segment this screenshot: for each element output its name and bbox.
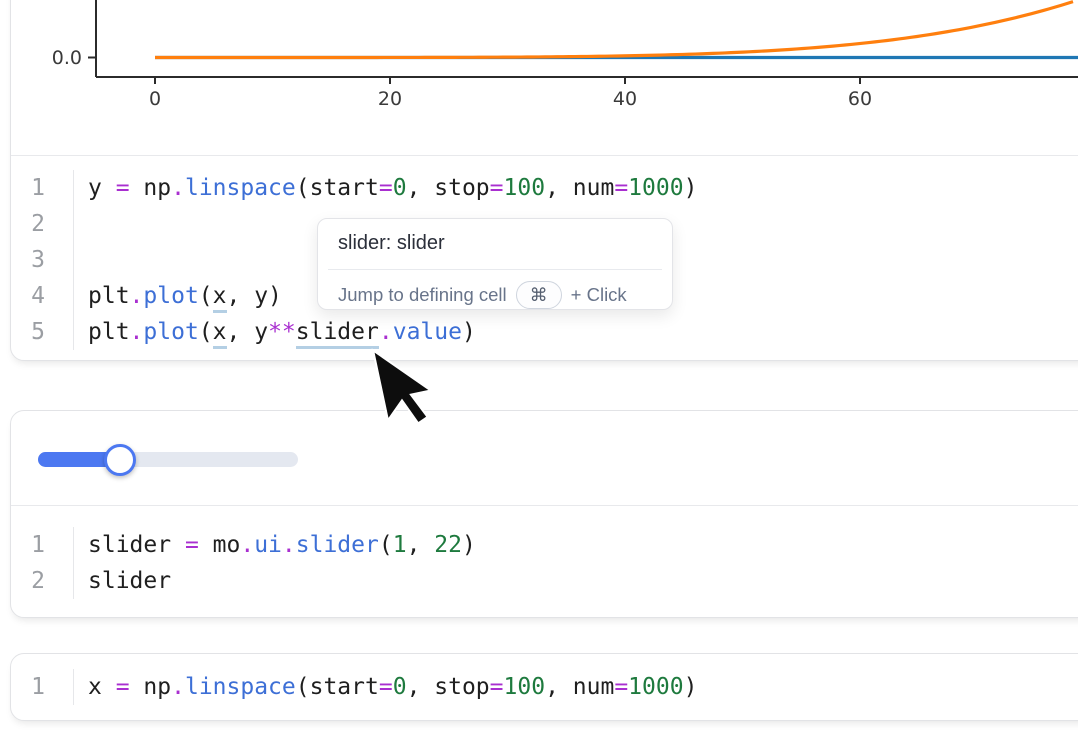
line-number: 1 — [11, 669, 74, 705]
code-text — [74, 242, 88, 278]
code-line[interactable]: 2slider — [11, 563, 476, 599]
command-key-icon: ⌘ — [516, 281, 562, 309]
x-tick-labels: 0 20 40 60 — [149, 77, 872, 110]
code-line[interactable]: 5plt.plot(x, y**slider.value) — [11, 314, 697, 350]
tooltip-action-label: Jump to defining cell — [338, 284, 507, 306]
code-line[interactable]: 1y = np.linspace(start=0, stop=100, num=… — [11, 170, 697, 206]
code-text: plt.plot(x, y) — [74, 278, 282, 314]
line-number: 2 — [11, 563, 74, 599]
svg-text:20: 20 — [378, 88, 402, 110]
output-code-divider — [11, 155, 1078, 156]
tooltip-divider — [328, 269, 662, 270]
code-text: y = np.linspace(start=0, stop=100, num=1… — [74, 170, 697, 206]
code-text: slider = mo.ui.slider(1, 22) — [74, 527, 476, 563]
code-text: plt.plot(x, y**slider.value) — [74, 314, 476, 350]
output-code-divider — [11, 505, 1078, 506]
line-number: 5 — [11, 314, 74, 350]
line-number: 1 — [11, 527, 74, 563]
matplotlib-plot-output: 0.0 0 20 40 60 — [10, 0, 1078, 152]
line-number: 3 — [11, 242, 74, 278]
y-tick-label: 0.0 — [52, 47, 82, 69]
line-number: 1 — [11, 170, 74, 206]
svg-text:40: 40 — [613, 88, 637, 110]
svg-text:60: 60 — [848, 88, 872, 110]
tooltip-title: slider: slider — [338, 232, 445, 255]
mouse-cursor-icon — [362, 348, 436, 444]
code-text — [74, 206, 88, 242]
line-number: 4 — [11, 278, 74, 314]
variable-tooltip: slider: slider Jump to defining cell ⌘ +… — [317, 218, 673, 310]
code-line[interactable]: 1slider = mo.ui.slider(1, 22) — [11, 527, 476, 563]
tooltip-click-hint: + Click — [571, 284, 627, 306]
code-editor-x: 1x = np.linspace(start=0, stop=100, num=… — [11, 669, 697, 705]
slider-handle[interactable] — [104, 444, 136, 476]
svg-text:0: 0 — [149, 88, 161, 110]
line-series-power — [155, 2, 1073, 58]
code-text: slider — [74, 563, 171, 599]
code-line[interactable]: 1x = np.linspace(start=0, stop=100, num=… — [11, 669, 697, 705]
code-editor-slider: 1slider = mo.ui.slider(1, 22) 2slider — [11, 527, 476, 599]
line-number: 2 — [11, 206, 74, 242]
code-text: x = np.linspace(start=0, stop=100, num=1… — [74, 669, 697, 705]
